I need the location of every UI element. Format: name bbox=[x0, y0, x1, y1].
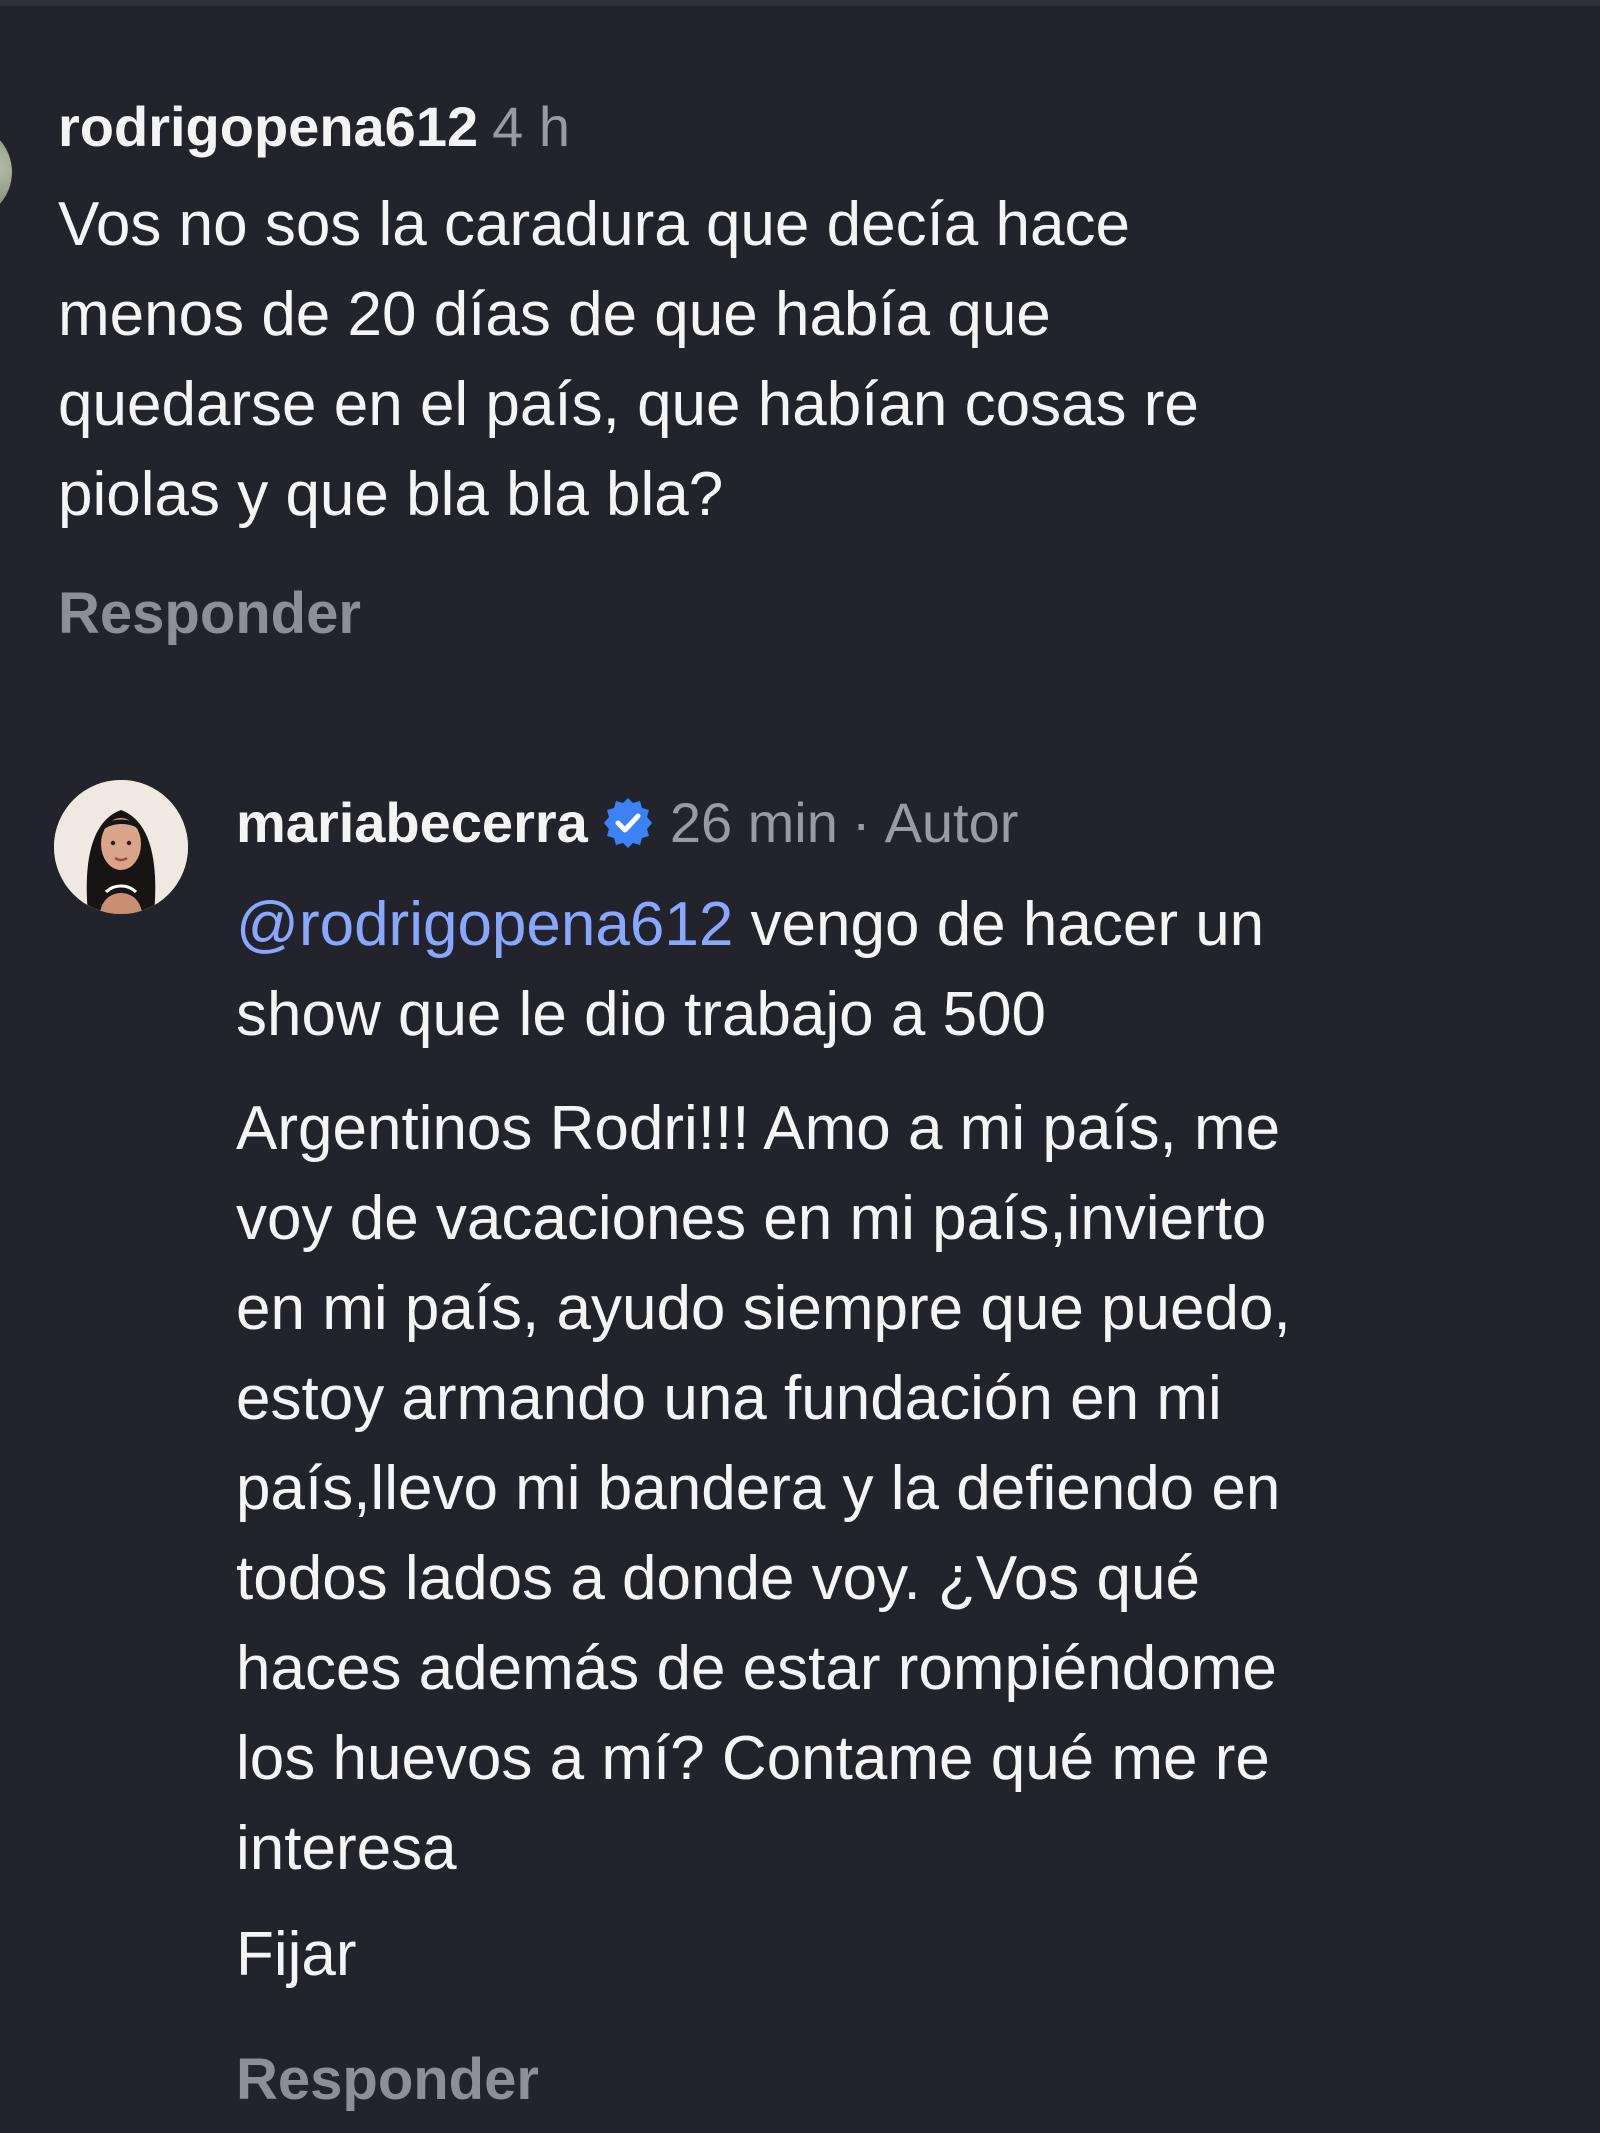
comment-header: mariabecerra 26 min · Autor bbox=[236, 790, 1576, 856]
comment-username[interactable]: rodrigopena612 bbox=[58, 94, 478, 160]
comment-header: rodrigopena612 4 h bbox=[58, 94, 1558, 160]
pin-button[interactable]: Fijar bbox=[236, 1912, 357, 1998]
comment-text-paragraph: Argentinos Rodri!!! Amo a mi país, me vo… bbox=[236, 1094, 1291, 1883]
avatar-image bbox=[54, 780, 188, 914]
comment-time: 4 h bbox=[492, 95, 570, 158]
comment-mariabecerra: mariabecerra 26 min · Autor @rodrigopena… bbox=[236, 790, 1576, 2116]
comments-screen: rodrigopena612 4 h Vos no sos la caradur… bbox=[0, 0, 1600, 2133]
comment-text: Vos no sos la caradura que decía hace me… bbox=[58, 190, 1199, 529]
comment-username[interactable]: mariabecerra bbox=[236, 790, 588, 856]
comment-time: 26 min bbox=[669, 791, 838, 854]
reply-button[interactable]: Responder bbox=[236, 2044, 539, 2116]
comment-rodrigopena612: rodrigopena612 4 h Vos no sos la caradur… bbox=[58, 94, 1558, 650]
reply-button[interactable]: Responder bbox=[58, 578, 361, 650]
mention-link[interactable]: @rodrigopena612 bbox=[236, 890, 733, 959]
avatar-mariabecerra[interactable] bbox=[54, 780, 188, 914]
author-badge: Autor bbox=[884, 791, 1019, 854]
meta-separator: · bbox=[851, 791, 871, 854]
verified-badge-icon bbox=[600, 795, 656, 851]
comment-text: @rodrigopena612 vengo de hacer un show q… bbox=[236, 880, 1576, 1060]
avatar-rodrigopena612[interactable] bbox=[0, 124, 12, 220]
top-divider bbox=[0, 0, 1600, 6]
